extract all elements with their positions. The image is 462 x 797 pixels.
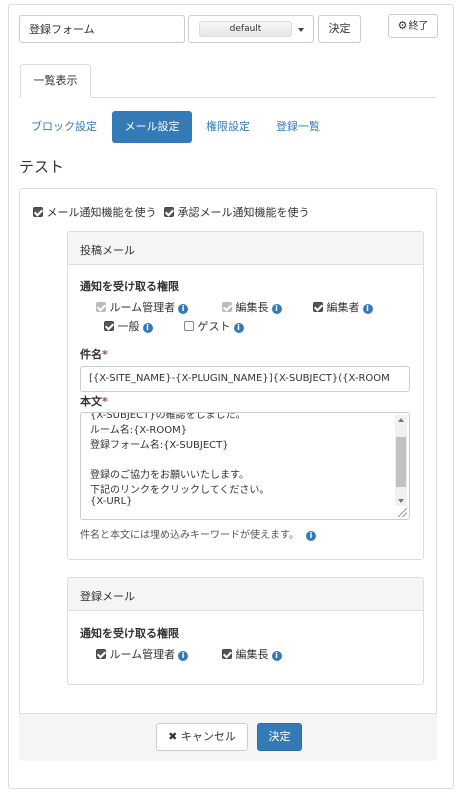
register-mail-title: 登録メール xyxy=(80,590,135,603)
info-icon[interactable]: i xyxy=(233,323,244,333)
post-permission-label: 通知を受け取る権限 xyxy=(80,280,179,293)
role-label: 編集長 xyxy=(235,648,269,661)
post-role-chief-editor[interactable]: 編集長 i xyxy=(222,299,282,315)
end-button[interactable]: ⚙終了 xyxy=(388,14,438,38)
subject-label: 件名* xyxy=(80,348,108,361)
body-line: 登録のご協力をお願いいたします。 xyxy=(90,470,249,481)
scroll-thumb[interactable] xyxy=(396,437,406,487)
role-checkbox[interactable] xyxy=(184,321,194,331)
required-mark: * xyxy=(102,348,108,361)
body-line: 登録フォーム名:{X-SUBJECT} xyxy=(90,440,229,451)
body-label: 本文* xyxy=(80,395,108,408)
register-permission-label: 通知を受け取る権限 xyxy=(80,627,179,640)
select-value: default xyxy=(199,21,292,37)
role-label: 一般 xyxy=(117,320,140,333)
role-checkbox[interactable] xyxy=(313,302,323,312)
info-icon[interactable]: i xyxy=(178,651,189,661)
resize-handle-icon[interactable] xyxy=(398,508,407,517)
required-mark: * xyxy=(102,395,108,408)
mail-notify-checkbox[interactable] xyxy=(33,207,43,217)
role-label: ゲスト xyxy=(197,320,231,333)
end-label: 終了 xyxy=(408,21,429,32)
role-checkbox[interactable] xyxy=(222,302,232,312)
role-checkbox[interactable] xyxy=(222,649,232,659)
body-line: {X-URL} xyxy=(90,496,133,507)
info-icon[interactable]: i xyxy=(178,304,189,314)
embed-keyword-hint: 件名と本文には埋め込みキーワードが使えます。 i xyxy=(80,526,316,541)
role-checkbox[interactable] xyxy=(96,302,106,312)
post-role-editor[interactable]: 編集者 i xyxy=(313,299,373,315)
subject-input[interactable]: [{X-SITE_NAME}-{X-PLUGIN_NAME}]{X-SUBJEC… xyxy=(80,366,410,392)
cancel-button[interactable]: ✖ キャンセル xyxy=(156,723,248,751)
pill-registration-list[interactable]: 登録一覧 xyxy=(266,111,330,143)
info-icon[interactable]: i xyxy=(271,651,282,661)
role-label: 編集長 xyxy=(235,301,269,314)
role-label: ルーム管理者 xyxy=(109,648,176,661)
gear-icon: ⚙ xyxy=(397,19,408,32)
register-role-room-admin[interactable]: ルーム管理者 i xyxy=(96,646,189,662)
cancel-label: キャンセル xyxy=(180,730,236,743)
body-line: {X-SUBJECT}の確認をしました。 xyxy=(90,412,246,421)
textarea-scrollbar[interactable] xyxy=(395,415,407,506)
post-role-general[interactable]: 一般 i xyxy=(104,318,153,334)
register-role-chief-editor[interactable]: 編集長 i xyxy=(222,646,282,662)
info-icon[interactable]: i xyxy=(271,304,282,314)
scroll-down-icon[interactable] xyxy=(398,499,404,503)
page-title: テスト xyxy=(19,158,65,176)
mail-notify-label: メール通知機能を使う xyxy=(46,206,157,219)
post-mail-title: 投稿メール xyxy=(80,244,135,257)
tab-list[interactable]: 一覧表示 xyxy=(20,64,91,98)
post-role-guest[interactable]: ゲスト i xyxy=(184,318,244,334)
scroll-up-icon[interactable] xyxy=(398,418,404,422)
role-label: ルーム管理者 xyxy=(109,301,176,314)
frame-name-input[interactable] xyxy=(19,15,185,43)
pill-block-settings[interactable]: ブロック設定 xyxy=(22,111,106,143)
mail-notify-option[interactable]: メール通知機能を使う xyxy=(33,204,157,220)
role-label: 編集者 xyxy=(326,301,360,314)
info-icon[interactable]: i xyxy=(306,531,316,541)
role-checkbox[interactable] xyxy=(96,649,106,659)
register-mail-header: 登録メール xyxy=(68,578,423,611)
approval-notify-option[interactable]: 承認メール通知機能を使う xyxy=(164,204,310,220)
approval-notify-checkbox[interactable] xyxy=(164,207,174,217)
approval-notify-label: 承認メール通知機能を使う xyxy=(177,206,310,219)
body-textarea[interactable]: {X-SUBJECT}の確認をしました。 ルーム名:{X-ROOM} 登録フォー… xyxy=(80,412,410,520)
frame-ok-button[interactable]: 決定 xyxy=(318,15,361,43)
pill-mail-settings[interactable]: メール設定 xyxy=(112,111,192,143)
chevron-down-icon xyxy=(298,28,304,32)
info-icon[interactable]: i xyxy=(142,323,153,333)
frame-style-select[interactable]: default xyxy=(188,15,314,43)
role-checkbox[interactable] xyxy=(104,321,114,331)
body-line: 下記のリンクをクリックしてください。 xyxy=(90,485,270,496)
post-role-room-admin[interactable]: ルーム管理者 i xyxy=(96,299,189,315)
info-icon[interactable]: i xyxy=(362,304,373,314)
pill-permission-settings[interactable]: 権限設定 xyxy=(198,111,258,143)
close-icon: ✖ xyxy=(168,730,178,743)
body-line: ルーム名:{X-ROOM} xyxy=(90,425,188,436)
post-mail-header: 投稿メール xyxy=(68,232,423,265)
submit-button[interactable]: 決定 xyxy=(257,723,302,751)
